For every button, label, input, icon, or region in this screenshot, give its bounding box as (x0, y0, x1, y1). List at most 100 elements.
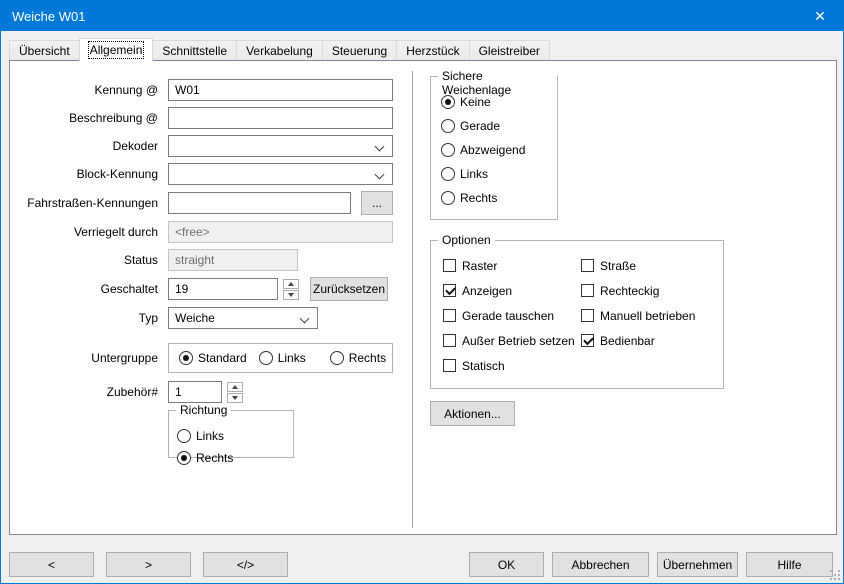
radio-untergruppe-links[interactable]: Links (259, 347, 306, 369)
checkbox-strasse[interactable]: Straße (581, 253, 695, 278)
beschreibung-input[interactable] (168, 107, 393, 129)
nav-button-group: < > </> (9, 552, 288, 577)
radio-icon (441, 143, 455, 157)
ok-button[interactable]: OK (469, 552, 544, 577)
radio-icon (441, 191, 455, 205)
left-form: Kennung @ Beschreibung @ Dekoder Block-K… (10, 79, 410, 458)
status-input (168, 249, 298, 271)
spin-up-icon[interactable] (283, 279, 299, 289)
apply-button[interactable]: Übernehmen (657, 552, 738, 577)
radio-icon (441, 95, 455, 109)
tab-verkabelung[interactable]: Verkabelung (236, 40, 323, 61)
radio-icon (179, 351, 193, 365)
status-label: Status (10, 253, 158, 267)
help-button[interactable]: Hilfe (746, 552, 833, 577)
checkbox-icon (443, 259, 456, 272)
radio-icon (441, 119, 455, 133)
optionen-group-label: Optionen (438, 233, 495, 247)
spin-down-icon[interactable] (227, 393, 243, 403)
tab-gleistreiber[interactable]: Gleistreiber (469, 40, 550, 61)
aktionen-button[interactable]: Aktionen... (430, 401, 515, 426)
zubehoer-input[interactable] (168, 381, 222, 403)
block-kennung-dropdown[interactable] (168, 163, 393, 185)
radio-weichenlage-abzweigend[interactable]: Abzweigend (441, 139, 549, 161)
dekoder-dropdown[interactable] (168, 135, 393, 157)
spin-down-icon[interactable] (283, 290, 299, 300)
close-icon[interactable]: ✕ (797, 1, 843, 31)
radio-icon (441, 167, 455, 181)
code-view-button[interactable]: </> (203, 552, 288, 577)
radio-icon (330, 351, 344, 365)
tab-schnittstelle[interactable]: Schnittstelle (152, 40, 237, 61)
checkbox-icon (581, 309, 594, 322)
checkbox-statisch[interactable]: Statisch (443, 353, 581, 378)
radio-icon (259, 351, 273, 365)
checkbox-gerade-tauschen[interactable]: Gerade tauschen (443, 303, 581, 328)
tab-allgemein[interactable]: Allgemein (79, 38, 154, 62)
radio-untergruppe-standard[interactable]: Standard (179, 347, 247, 369)
fahrstrassen-input[interactable] (168, 192, 351, 214)
radio-icon (177, 429, 191, 443)
checkbox-icon (443, 359, 456, 372)
optionen-group: Optionen Raster Anzeigen Gerade tauschen (430, 240, 724, 389)
verriegelt-label: Verriegelt durch (10, 225, 158, 239)
radio-weichenlage-rechts[interactable]: Rechts (441, 187, 549, 209)
checkbox-icon (443, 334, 456, 347)
untergruppe-radio-group: Standard Links Rechts (168, 343, 393, 373)
checkbox-bedienbar[interactable]: Bedienbar (581, 328, 695, 353)
fahrstrassen-browse-button[interactable]: ... (361, 191, 393, 215)
zuruecksetzen-button[interactable]: Zurücksetzen (310, 277, 388, 301)
dialog-window: Weiche W01 ✕ Übersicht Allgemein Schnitt… (0, 0, 844, 584)
checkbox-icon (581, 334, 594, 347)
tab-strip: Übersicht Allgemein Schnittstelle Verkab… (9, 37, 549, 61)
tab-page-allgemein: Kennung @ Beschreibung @ Dekoder Block-K… (9, 60, 837, 535)
untergruppe-label: Untergruppe (10, 351, 158, 365)
block-kennung-label: Block-Kennung (10, 167, 158, 181)
tab-steuerung[interactable]: Steuerung (322, 40, 397, 61)
checkbox-icon (581, 284, 594, 297)
tab-uebersicht[interactable]: Übersicht (9, 40, 80, 61)
resize-grip[interactable] (830, 570, 840, 580)
geschaltet-input[interactable] (168, 278, 278, 300)
sichere-weichenlage-label: Sichere Weichenlage (438, 69, 557, 97)
spin-up-icon[interactable] (227, 382, 243, 392)
right-form: Sichere Weichenlage Keine Gerade Abzweig… (430, 76, 830, 426)
zubehoer-spinner (227, 382, 243, 403)
prev-button[interactable]: < (9, 552, 94, 577)
richtung-group-label: Richtung (176, 403, 231, 417)
dekoder-label: Dekoder (10, 139, 158, 153)
column-divider (412, 71, 413, 528)
radio-weichenlage-gerade[interactable]: Gerade (441, 115, 549, 137)
verriegelt-input (168, 221, 393, 243)
radio-icon (177, 451, 191, 465)
optionen-column-2: Straße Rechteckig Manuell betrieben Bedi… (581, 253, 695, 378)
checkbox-icon (443, 284, 456, 297)
checkbox-anzeigen[interactable]: Anzeigen (443, 278, 581, 303)
zubehoer-label: Zubehör# (10, 385, 158, 399)
fahrstrassen-label: Fahrstraßen-Kennungen (10, 196, 158, 210)
checkbox-icon (443, 309, 456, 322)
optionen-column-1: Raster Anzeigen Gerade tauschen Außer Be… (443, 253, 581, 378)
checkbox-rechteckig[interactable]: Rechteckig (581, 278, 695, 303)
next-button[interactable]: > (106, 552, 191, 577)
beschreibung-label: Beschreibung @ (10, 111, 158, 125)
action-button-group: OK Abbrechen Übernehmen Hilfe (469, 552, 833, 577)
footer-bar: < > </> OK Abbrechen Übernehmen Hilfe (1, 535, 843, 584)
tab-herzstueck[interactable]: Herzstück (396, 40, 469, 61)
kennung-input[interactable] (168, 79, 393, 101)
radio-weichenlage-links[interactable]: Links (441, 163, 549, 185)
checkbox-manuell-betrieben[interactable]: Manuell betrieben (581, 303, 695, 328)
titlebar: Weiche W01 ✕ (1, 1, 843, 31)
checkbox-raster[interactable]: Raster (443, 253, 581, 278)
radio-richtung-rechts[interactable]: Rechts (177, 447, 233, 469)
geschaltet-spinner (283, 279, 299, 300)
cancel-button[interactable]: Abbrechen (552, 552, 649, 577)
typ-label: Typ (10, 311, 158, 325)
kennung-label: Kennung @ (10, 83, 158, 97)
chevron-down-icon (375, 142, 385, 152)
radio-richtung-links[interactable]: Links (177, 425, 224, 447)
radio-untergruppe-rechts[interactable]: Rechts (330, 347, 386, 369)
checkbox-ausser-betrieb-setzen[interactable]: Außer Betrieb setzen (443, 328, 581, 353)
typ-dropdown[interactable]: Weiche (168, 307, 318, 329)
chevron-down-icon (375, 170, 385, 180)
